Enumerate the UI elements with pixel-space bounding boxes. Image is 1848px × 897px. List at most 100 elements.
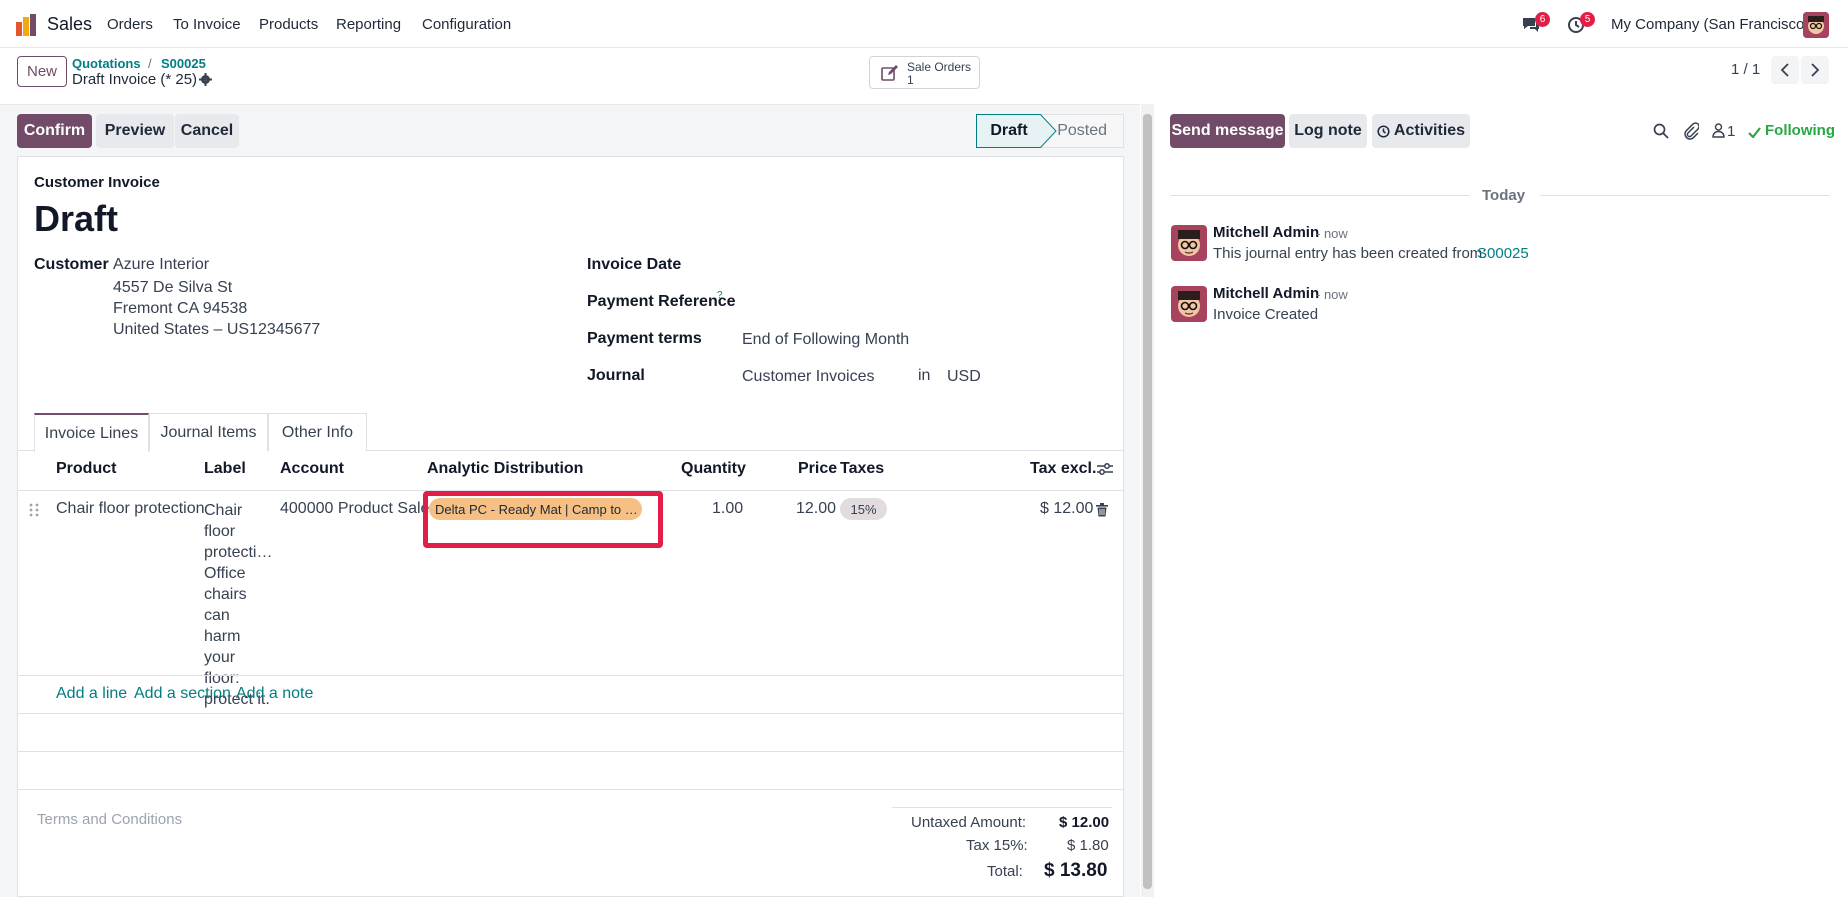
line-label-text: floor [204,523,236,540]
gear-icon[interactable] [199,73,212,86]
activities-badge: 5 [1580,12,1595,27]
journal-label: Journal [587,367,645,384]
tab-invoice-lines-label: Invoice Lines [44,424,139,442]
tab-other-info-label: Other Info [281,423,354,441]
line-label[interactable]: Chair floor protecti… Office chairs can … [204,500,274,710]
pager-prev-button[interactable] [1771,56,1799,84]
customer-name-field[interactable]: Azure Interior [113,256,209,274]
confirm-button[interactable]: Confirm [17,114,92,148]
line-label-text: Chair [204,502,243,519]
total-value: $ 13.80 [1044,860,1108,881]
terms-and-conditions-input[interactable]: Terms and Conditions [37,811,182,828]
followers-count[interactable]: 1 [1727,123,1735,140]
preview-button[interactable]: Preview [96,114,174,148]
column-header-product[interactable]: Product [56,460,116,478]
pencil-square-icon [881,64,899,82]
sale-orders-smart-button[interactable]: Sale Orders 1 [869,56,980,89]
pager-value[interactable]: 1 / 1 [1731,61,1760,78]
line-tax-tag[interactable]: 15% [840,498,887,520]
payment-reference-help[interactable]: ? [717,290,723,301]
line-label-text: protecti… [204,544,273,561]
chevron-right-icon [1810,63,1820,77]
tab-other-info[interactable]: Other Info [268,413,367,451]
paperclip-icon[interactable] [1683,122,1700,140]
payment-reference-input[interactable] [742,289,1112,313]
smart-button-label: Sale Orders [907,60,972,74]
followers-icon[interactable] [1712,123,1725,138]
column-header-price[interactable]: Price [798,460,837,478]
user-avatar[interactable] [1803,12,1829,38]
breadcrumb-quotations[interactable]: Quotations [72,56,141,71]
line-tax-tag-text: 15% [850,501,877,517]
tax-amount-label: Tax 15%: [966,837,1028,854]
following-button[interactable]: Following [1765,122,1835,139]
sales-app-icon[interactable] [16,14,36,36]
app-name[interactable]: Sales [47,14,92,35]
avatar[interactable] [1171,225,1207,261]
journal-field[interactable]: Customer Invoices [742,368,875,386]
total-label: Total: [987,863,1023,880]
payment-terms-field[interactable]: End of Following Month [742,331,909,349]
status-arrow-overlay [1039,113,1057,149]
line-label-text: Office [204,565,246,582]
breadcrumb-order[interactable]: S00025 [161,56,206,71]
column-header-taxes[interactable]: Taxes [840,460,884,478]
currency-field[interactable]: USD [947,368,981,386]
date-separator-line-right [1540,195,1830,196]
column-header-account[interactable]: Account [280,460,344,478]
optional-columns-icon[interactable] [1097,462,1113,476]
chevron-left-icon [1780,63,1790,77]
log-note-button[interactable]: Log note [1289,114,1367,148]
new-button[interactable]: New [17,56,67,87]
table-row-divider [18,675,1123,676]
message-author[interactable]: Mitchell Admin [1213,285,1319,302]
activities-button[interactable]: Activities [1372,114,1470,148]
add-line-link[interactable]: Add a line [56,685,127,703]
journal-in-label: in [918,367,931,384]
search-icon[interactable] [1653,123,1669,139]
company-switcher[interactable]: My Company (San Francisco) [1611,16,1809,33]
menu-products[interactable]: Products [259,16,318,33]
column-header-label[interactable]: Label [204,460,246,478]
message-time: - now [1316,287,1348,302]
line-product[interactable]: Chair floor protection [56,500,205,518]
menu-reporting[interactable]: Reporting [336,16,401,33]
line-price[interactable]: 12.00 [796,500,836,518]
invoice-date-input[interactable] [742,252,1112,276]
form-scrollbar-thumb[interactable] [1143,114,1152,889]
line-quantity[interactable]: 1.00 [712,500,743,518]
customer-address-line2: Fremont CA 94538 [113,300,248,317]
message-body: Invoice Created [1213,306,1319,323]
tab-journal-items[interactable]: Journal Items [149,413,268,451]
column-header-quantity[interactable]: Quantity [681,460,746,478]
message-link[interactable]: S00025 [1477,245,1529,262]
tax-amount-value: $ 1.80 [1067,837,1109,854]
line-account[interactable]: 400000 Product Sales [280,500,437,518]
analytic-distribution-tag-text: Delta PC - Ready Mat | Camp to … [435,501,638,517]
status-stage-draft-label: Draft [990,122,1028,139]
clock-icon [1377,124,1390,138]
smart-button-count: 1 [907,73,914,87]
add-note-link[interactable]: Add a note [236,685,313,703]
column-header-analytic[interactable]: Analytic Distribution [427,460,583,478]
menu-to-invoice[interactable]: To Invoice [173,16,241,33]
menu-configuration[interactable]: Configuration [422,16,511,33]
trash-icon[interactable] [1096,503,1108,517]
untaxed-amount-label: Untaxed Amount: [911,814,1027,831]
tab-invoice-lines[interactable]: Invoice Lines [34,413,149,452]
drag-handle-icon[interactable] [29,503,39,517]
table-footer-divider-2 [18,751,1123,752]
menu-orders[interactable]: Orders [107,16,153,33]
add-section-link[interactable]: Add a section [134,685,231,703]
analytic-distribution-tag[interactable]: Delta PC - Ready Mat | Camp to … [429,498,642,520]
line-label-text: chairs can [204,586,247,624]
customer-label: Customer [34,256,109,273]
cancel-button[interactable]: Cancel [175,114,239,148]
pager-next-button[interactable] [1801,56,1829,84]
send-message-button[interactable]: Send message [1170,114,1285,148]
avatar[interactable] [1171,286,1207,322]
message-author[interactable]: Mitchell Admin [1213,224,1319,241]
status-stage-draft[interactable]: Draft [976,114,1041,148]
record-title: Draft Invoice (* 25) [72,71,198,88]
column-header-tax-excl[interactable]: Tax excl. [1030,460,1096,478]
